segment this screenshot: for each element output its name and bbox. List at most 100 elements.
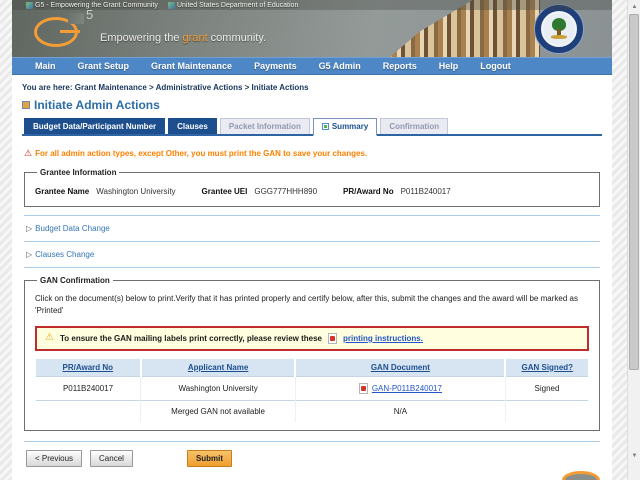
section-divider xyxy=(24,267,600,268)
page-title-icon xyxy=(22,101,30,109)
column-header-gan-document[interactable]: GAN Document xyxy=(295,358,507,377)
grantee-name-value: Washington University xyxy=(96,187,176,196)
column-header-applicant-name[interactable]: Applicant Name xyxy=(140,358,297,377)
section-divider xyxy=(24,241,600,242)
breadcrumb-prefix: You are here: xyxy=(22,83,73,92)
cancel-button[interactable]: Cancel xyxy=(90,449,133,467)
nav-item-main[interactable]: Main xyxy=(24,61,67,71)
g5-logo-gap xyxy=(68,13,84,24)
tab-summary[interactable]: Summary xyxy=(312,118,378,136)
nav-item-grant-setup[interactable]: Grant Setup xyxy=(67,61,141,71)
grantee-uei-label: Grantee UEI xyxy=(201,187,248,196)
gan-document-link[interactable]: GAN-P011B240017 xyxy=(372,384,442,393)
gan-instructions-text: Click on the document(s) below to print.… xyxy=(35,294,578,316)
gan-documents-table: PR/Award No Applicant Name GAN Document … xyxy=(35,358,589,422)
cell-applicant-name: Washington University xyxy=(140,375,296,401)
application-window: G5 - Empowering the Grant Community Unit… xyxy=(12,0,612,480)
grantee-information-row: Grantee Name Washington University Grant… xyxy=(33,183,591,198)
collapsed-arrow-icon: ▷ xyxy=(26,249,33,259)
tab-budget-data-participant-number[interactable]: Budget Data/Participant Number xyxy=(24,118,166,134)
budget-data-change-toggle[interactable]: ▷ Budget Data Change xyxy=(26,224,602,233)
table-row: Merged GAN not available N/A xyxy=(35,399,589,422)
budget-data-change-label: Budget Data Change xyxy=(35,224,110,233)
clauses-change-label: Clauses Change xyxy=(35,250,95,259)
cell-gan-signed xyxy=(505,399,589,422)
doe-app-icon xyxy=(167,1,175,9)
tagline-pre: Empowering the xyxy=(100,32,183,44)
grantee-information-legend: Grantee Information xyxy=(40,168,117,177)
action-buttons: < Previous Cancel Submit xyxy=(22,448,602,467)
tab-packet-information: Packet Information xyxy=(219,118,310,134)
footer-logo-fragment xyxy=(562,471,600,480)
window-title-g5: G5 - Empowering the Grant Community xyxy=(26,1,158,9)
tab-clauses[interactable]: Clauses xyxy=(168,118,217,134)
gan-confirmation-fieldset: GAN Confirmation Click on the document(s… xyxy=(24,276,600,431)
nav-item-logout[interactable]: Logout xyxy=(469,61,522,71)
warning-text: For all admin action types, except Other… xyxy=(35,149,368,158)
cell-pr-award-no: P011B240017 xyxy=(35,375,142,401)
warning-triangle-icon: ⚠ xyxy=(24,148,33,158)
section-divider xyxy=(24,440,600,442)
nav-item-payments[interactable]: Payments xyxy=(243,61,308,71)
alert-warning-icon: ⚠ xyxy=(45,332,54,344)
pdf-icon xyxy=(327,332,337,344)
cell-applicant-name: Merged GAN not available xyxy=(140,399,296,422)
printing-instructions-link[interactable]: printing instructions. xyxy=(343,334,423,343)
cell-gan-document: N/A xyxy=(295,399,506,422)
g5-app-icon xyxy=(26,1,33,9)
grantee-uei-value: GGG777HHH890 xyxy=(254,187,318,196)
cell-gan-document: GAN-P011B240017 xyxy=(295,375,506,401)
nav-item-grant-maintenance[interactable]: Grant Maintenance xyxy=(140,61,243,71)
window-title-text: G5 - Empowering the Grant Community xyxy=(35,1,158,9)
nav-item-reports[interactable]: Reports xyxy=(372,61,428,71)
window-title-bar: G5 - Empowering the Grant Community Unit… xyxy=(12,0,612,10)
main-navigation-bar: Main Grant Setup Grant Maintenance Payme… xyxy=(12,57,612,75)
window-title-text: United States Department of Education xyxy=(176,1,299,9)
pr-award-no-value: P011B240017 xyxy=(400,187,451,196)
seal-inner-ring xyxy=(541,11,577,47)
scrollbar-up-arrow[interactable]: ▲ xyxy=(628,0,640,13)
previous-button[interactable]: < Previous xyxy=(26,449,83,467)
table-row: P011B240017 Washington University GAN-P0… xyxy=(35,375,589,401)
current-tab-icon xyxy=(321,123,329,130)
column-header-gan-signed[interactable]: GAN Signed? xyxy=(505,358,589,377)
desktop-background: G5 - Empowering the Grant Community Unit… xyxy=(0,0,640,480)
nav-item-g5-admin[interactable]: G5 Admin xyxy=(308,61,372,71)
page-content: You are here: Grant Maintenance > Admini… xyxy=(12,75,612,467)
tagline-post: community. xyxy=(207,32,267,44)
pdf-icon xyxy=(358,382,368,394)
tagline-grant: grant xyxy=(182,32,208,44)
page-title-text: Initiate Admin Actions xyxy=(34,98,160,112)
section-divider xyxy=(24,215,600,216)
banner-tagline: Empowering the grant community. xyxy=(100,32,266,44)
tab-confirmation: Confirmation xyxy=(380,118,449,134)
page-title: Initiate Admin Actions xyxy=(22,98,602,112)
nav-item-help[interactable]: Help xyxy=(428,61,470,71)
tab-bar: Budget Data/Participant Number Clauses P… xyxy=(22,118,602,136)
seal-tree-icon xyxy=(550,18,568,40)
pr-award-no-label: PR/Award No xyxy=(343,187,394,196)
grantee-name-label: Grantee Name xyxy=(35,187,90,196)
scrollbar-down-arrow[interactable]: ▼ xyxy=(628,449,640,462)
cell-gan-signed: Signed xyxy=(505,375,589,401)
cell-pr-award-no xyxy=(35,399,142,422)
alert-text: To ensure the GAN mailing labels print c… xyxy=(59,333,322,343)
header-banner: G5 - Empowering the Grant Community Unit… xyxy=(12,0,612,57)
column-header-pr-award-no[interactable]: PR/Award No xyxy=(35,358,142,377)
g5-logo-bar xyxy=(60,30,80,33)
collapsed-arrow-icon: ▷ xyxy=(26,223,33,233)
gan-confirmation-legend: GAN Confirmation xyxy=(40,276,110,285)
table-header-row: PR/Award No Applicant Name GAN Document … xyxy=(35,358,589,377)
grantee-information-fieldset: Grantee Information Grantee Name Washing… xyxy=(24,168,600,207)
window-title-doe: United States Department of Education xyxy=(167,1,299,9)
breadcrumb: You are here: Grant Maintenance > Admini… xyxy=(22,83,602,92)
scrollbar-thumb[interactable] xyxy=(629,14,639,370)
tab-summary-label: Summary xyxy=(331,122,369,131)
breadcrumb-path: Grant Maintenance > Administrative Actio… xyxy=(72,83,309,92)
clauses-change-toggle[interactable]: ▷ Clauses Change xyxy=(26,250,602,259)
gan-print-warning: ⚠ For all admin action types, except Oth… xyxy=(24,148,602,159)
vertical-scrollbar[interactable]: ▲ ▼ xyxy=(627,0,640,480)
submit-button[interactable]: Submit xyxy=(186,449,233,467)
printing-instructions-alert: ⚠ To ensure the GAN mailing labels print… xyxy=(35,325,589,351)
department-of-education-seal xyxy=(534,4,584,54)
